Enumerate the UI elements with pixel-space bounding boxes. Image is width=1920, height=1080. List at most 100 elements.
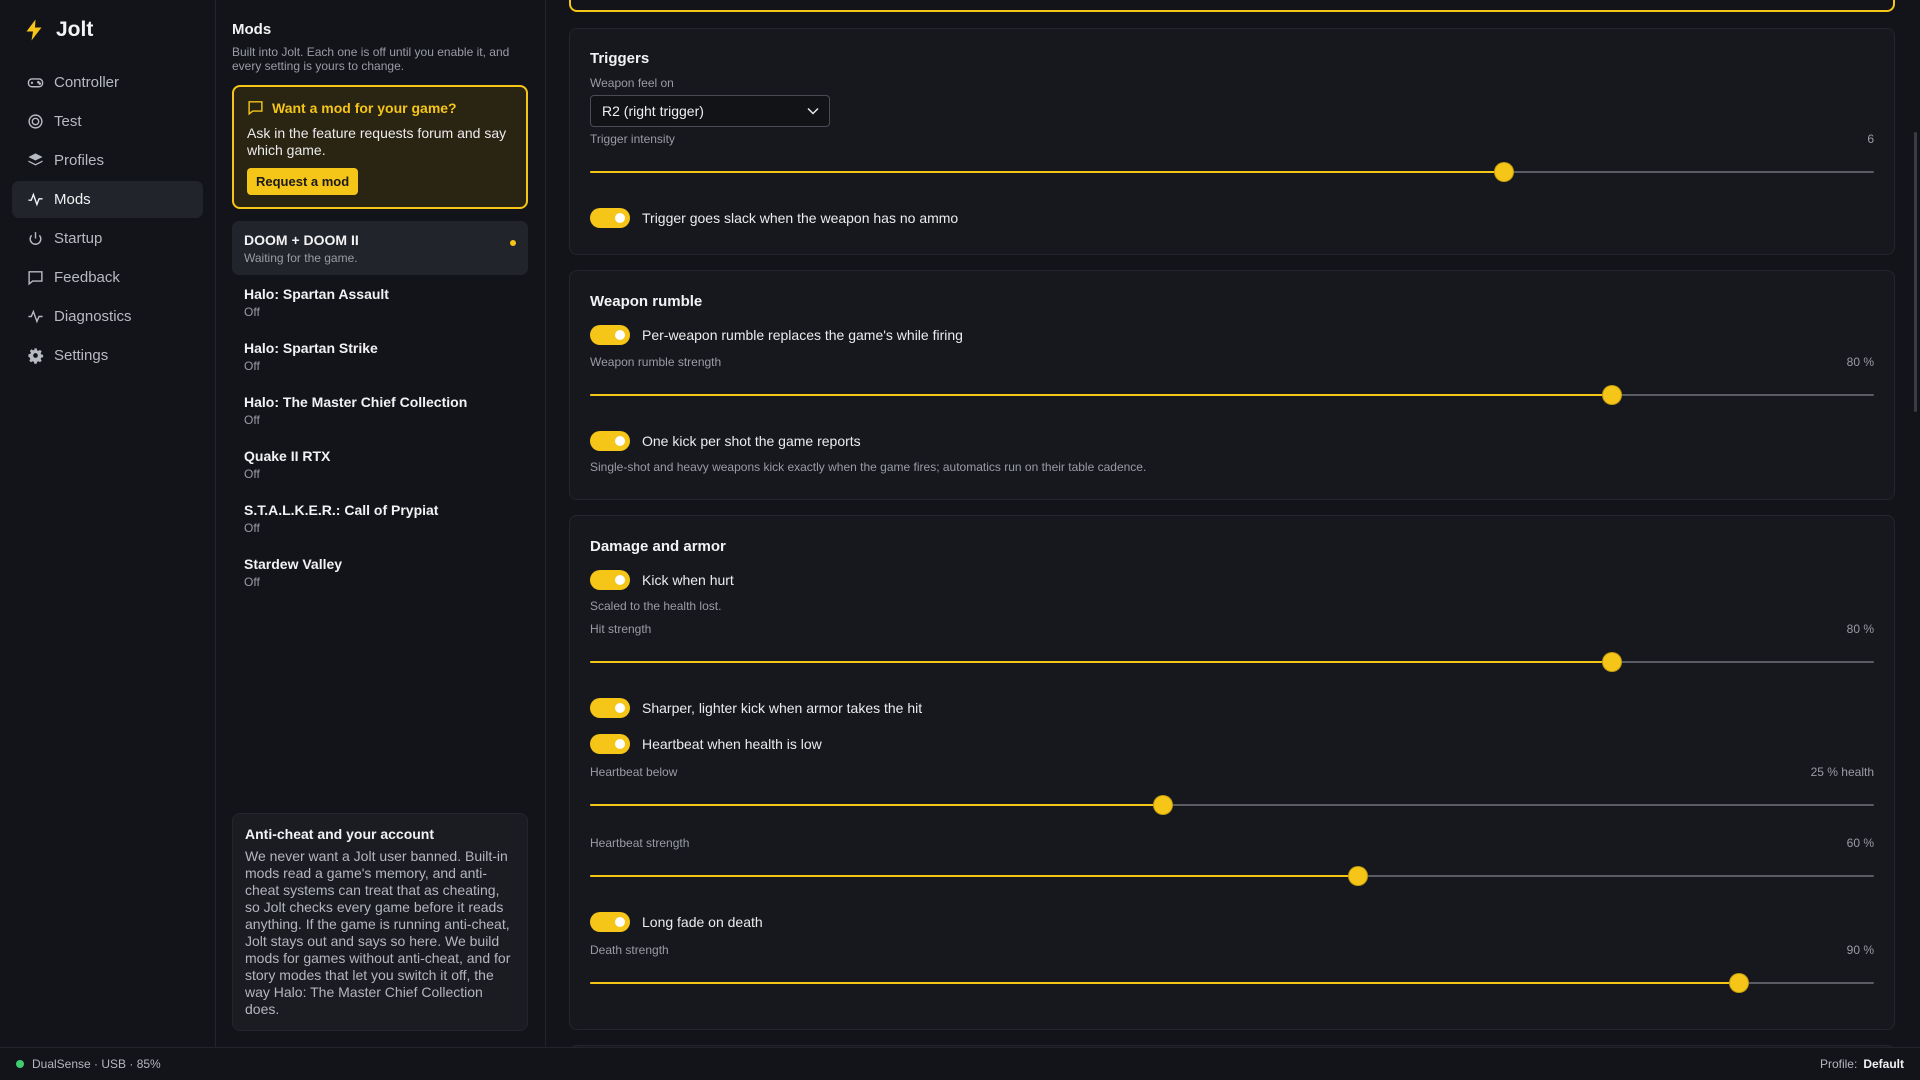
heartbeat-toggle[interactable] <box>590 734 630 754</box>
nav: Controller Test Profiles Mods Startup Fe… <box>12 64 203 374</box>
damage-armor-card: Damage and armor Kick when hurt Scaled t… <box>569 515 1895 1030</box>
highlight-card-edge <box>569 0 1895 12</box>
trigger-slack-toggle[interactable] <box>590 208 630 228</box>
mod-name: DOOM + DOOM II <box>244 232 359 248</box>
mod-item-halo-spartan-strike[interactable]: Halo: Spartan Strike Off <box>232 329 528 383</box>
nav-label: Startup <box>54 230 103 247</box>
mod-item-stardew-valley[interactable]: Stardew Valley Off <box>232 545 528 599</box>
kick-when-hurt-note: Scaled to the health lost. <box>590 599 722 613</box>
mods-panel: Mods Built into Jolt. Each one is off un… <box>216 0 546 1047</box>
nav-item-mods[interactable]: Mods <box>12 181 203 218</box>
slider-thumb[interactable] <box>1348 867 1367 885</box>
triggers-title: Triggers <box>590 50 650 67</box>
armor-kick-toggle[interactable] <box>590 698 630 718</box>
trigger-intensity-slider[interactable] <box>590 163 1874 181</box>
slider-thumb[interactable] <box>1730 974 1749 992</box>
brand[interactable]: Jolt <box>12 0 203 60</box>
nav-label: Settings <box>54 347 109 364</box>
nav-label: Controller <box>54 74 120 91</box>
mod-item-doom[interactable]: DOOM + DOOM II Waiting for the game. <box>232 221 528 275</box>
activity-icon <box>26 191 44 209</box>
weapon-rumble-title: Weapon rumble <box>590 293 703 310</box>
weapon-rumble-strength-slider[interactable] <box>590 386 1874 404</box>
mod-status: Waiting for the game. <box>244 251 358 265</box>
active-profile[interactable]: Profile: Default <box>1820 1057 1904 1071</box>
mod-item-halo-spartan-assault[interactable]: Halo: Spartan Assault Off <box>232 275 528 329</box>
slider-fill <box>590 875 1358 877</box>
trigger-slack-label: Trigger goes slack when the weapon has n… <box>642 210 959 226</box>
nav-item-feedback[interactable]: Feedback <box>12 259 203 296</box>
per-weapon-rumble-toggle[interactable] <box>590 325 630 345</box>
armor-kick-label: Sharper, lighter kick when armor takes t… <box>642 700 923 716</box>
trigger-intensity-label: Trigger intensity <box>590 132 675 146</box>
slider-thumb[interactable] <box>1603 386 1622 404</box>
mod-list: DOOM + DOOM II Waiting for the game. Hal… <box>232 221 528 599</box>
target-icon <box>26 113 44 131</box>
mod-item-stalker[interactable]: S.T.A.L.K.E.R.: Call of Prypiat Off <box>232 491 528 545</box>
heartbeat-strength-value: 60 % <box>1846 836 1874 850</box>
mod-settings: Triggers Weapon feel on R2 (right trigge… <box>547 0 1920 1047</box>
weapon-rumble-strength-value: 80 % <box>1846 355 1874 369</box>
nav-item-controller[interactable]: Controller <box>12 64 203 101</box>
nav-item-startup[interactable]: Startup <box>12 220 203 257</box>
damage-armor-title: Damage and armor <box>590 538 726 555</box>
mod-name: Stardew Valley <box>244 556 343 572</box>
kick-when-hurt-row: Kick when hurt <box>590 569 734 591</box>
nav-item-settings[interactable]: Settings <box>12 337 203 374</box>
slider-fill <box>590 171 1505 173</box>
hit-strength-value: 80 % <box>1846 622 1874 636</box>
lightning-logo-icon <box>26 19 42 41</box>
profile-value: Default <box>1863 1057 1904 1071</box>
mod-item-halo-mcc[interactable]: Halo: The Master Chief Collection Off <box>232 383 528 437</box>
slider-thumb[interactable] <box>1495 163 1514 181</box>
heartbeat-row: Heartbeat when health is low <box>590 733 822 755</box>
heartbeat-strength-slider[interactable] <box>590 867 1874 885</box>
anticheat-title: Anti-cheat and your account <box>245 826 435 842</box>
nav-label: Profiles <box>54 152 105 169</box>
heartbeat-below-slider[interactable] <box>590 796 1874 814</box>
nav-label: Mods <box>54 191 91 208</box>
nav-item-test[interactable]: Test <box>12 103 203 140</box>
pulse-icon <box>26 308 44 326</box>
death-fade-label: Long fade on death <box>642 914 763 930</box>
nav-item-diagnostics[interactable]: Diagnostics <box>12 298 203 335</box>
nav-label: Diagnostics <box>54 308 132 325</box>
weapon-feel-value: R2 (right trigger) <box>602 103 704 119</box>
slider-thumb[interactable] <box>1153 796 1172 814</box>
trigger-intensity-value: 6 <box>1867 132 1874 146</box>
request-heading-text: Want a mod for your game? <box>272 99 457 116</box>
anticheat-body: We never want a Jolt user banned. Built-… <box>245 848 511 1017</box>
heartbeat-label: Heartbeat when health is low <box>642 736 822 752</box>
mod-name: Halo: Spartan Assault <box>244 286 389 302</box>
mod-item-quake-ii-rtx[interactable]: Quake II RTX Off <box>232 437 528 491</box>
mod-status: Off <box>244 359 260 373</box>
slider-fill <box>590 394 1613 396</box>
mods-subtitle: Built into Jolt. Each one is off until y… <box>232 45 510 73</box>
mod-name: S.T.A.L.K.E.R.: Call of Prypiat <box>244 502 439 518</box>
mod-status: Off <box>244 305 260 319</box>
nav-item-profiles[interactable]: Profiles <box>12 142 203 179</box>
kick-when-hurt-toggle[interactable] <box>590 570 630 590</box>
armor-kick-row: Sharper, lighter kick when armor takes t… <box>590 697 922 719</box>
per-weapon-rumble-row: Per-weapon rumble replaces the game's wh… <box>590 324 963 346</box>
power-icon <box>26 230 44 248</box>
heartbeat-strength-label: Heartbeat strength <box>590 836 690 850</box>
anticheat-card: Anti-cheat and your account We never wan… <box>232 813 528 1031</box>
one-kick-label: One kick per shot the game reports <box>642 433 861 449</box>
message-icon <box>26 269 44 287</box>
hit-strength-slider[interactable] <box>590 653 1874 671</box>
request-mod-button[interactable]: Request a mod <box>247 168 359 195</box>
one-kick-toggle[interactable] <box>590 431 630 451</box>
gear-icon <box>26 347 44 365</box>
death-strength-slider[interactable] <box>590 974 1874 992</box>
device-status: DualSense · USB · 85% <box>32 1057 161 1071</box>
weapon-feel-select[interactable]: R2 (right trigger) <box>590 95 830 127</box>
slider-thumb[interactable] <box>1603 653 1622 671</box>
scrollbar[interactable] <box>1914 132 1917 412</box>
triggers-card: Triggers Weapon feel on R2 (right trigge… <box>569 28 1895 255</box>
mod-name: Halo: The Master Chief Collection <box>244 394 468 410</box>
connection-status-dot <box>16 1060 24 1068</box>
status-bar: DualSense · USB · 85% Profile: Default <box>0 1047 1920 1080</box>
death-fade-toggle[interactable] <box>590 912 630 932</box>
heartbeat-below-value: 25 % health <box>1810 765 1874 779</box>
